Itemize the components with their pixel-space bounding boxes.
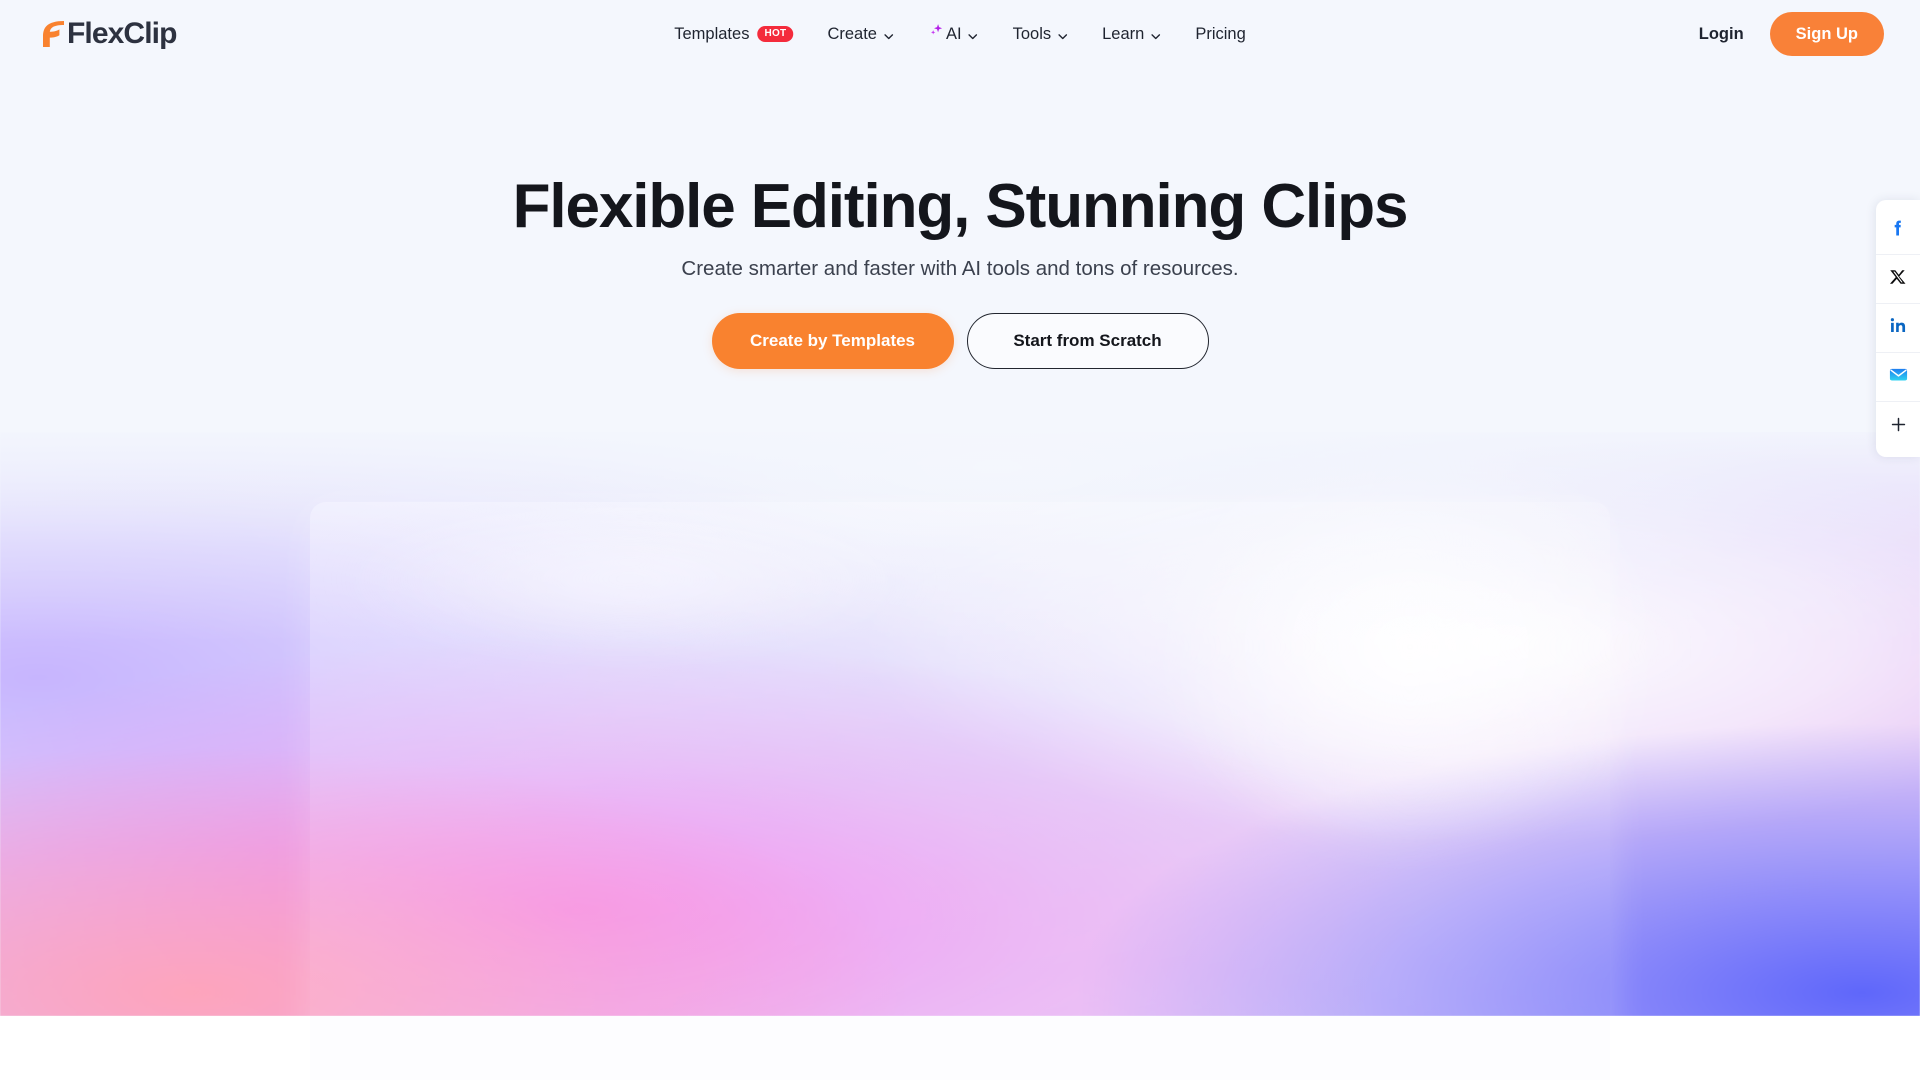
hero-cta-row: Create by Templates Start from Scratch <box>0 313 1920 369</box>
plus-icon <box>1889 415 1908 439</box>
nav-label-learn: Learn <box>1102 24 1145 43</box>
share-email-button[interactable] <box>1876 353 1920 402</box>
hero-gradient-preview <box>0 432 1920 1016</box>
flexclip-f-logo-icon <box>40 19 66 49</box>
nav-item-templates[interactable]: Templates HOT <box>657 0 810 68</box>
create-by-templates-button[interactable]: Create by Templates <box>711 313 954 369</box>
page-root: FlexClip Templates HOT Create AI Tools L… <box>0 0 1920 1080</box>
nav-item-pricing[interactable]: Pricing <box>1178 0 1262 68</box>
linkedin-icon <box>1889 316 1908 340</box>
nav-label-templates: Templates <box>674 24 750 43</box>
email-icon <box>1888 364 1909 390</box>
nav-label-create: Create <box>827 24 877 43</box>
social-share-rail <box>1876 200 1920 457</box>
hero-subtitle: Create smarter and faster with AI tools … <box>681 257 1239 280</box>
sign-up-button[interactable]: Sign Up <box>1769 12 1884 56</box>
share-x-button[interactable] <box>1876 255 1920 304</box>
nav-label-ai: AI <box>945 24 962 43</box>
share-facebook-button[interactable] <box>1876 206 1920 255</box>
start-from-scratch-button[interactable]: Start from Scratch <box>966 313 1209 369</box>
main-nav: Templates HOT Create AI Tools Learn Pric… <box>657 0 1263 68</box>
chevron-down-icon <box>1150 28 1161 39</box>
share-linkedin-button[interactable] <box>1876 304 1920 353</box>
nav-item-ai[interactable]: AI <box>911 0 996 68</box>
sparkle-icon <box>928 23 945 40</box>
below-fold-card-strip <box>310 1016 1610 1080</box>
nav-item-tools[interactable]: Tools <box>996 0 1086 68</box>
nav-label-pricing: Pricing <box>1195 24 1246 43</box>
brand-name: FlexClip <box>67 17 177 50</box>
page-title: Flexible Editing, Stunning Clips <box>512 172 1409 241</box>
brand-logo[interactable]: FlexClip <box>40 16 177 52</box>
auth-actions: Login Sign Up <box>1685 0 1884 68</box>
hot-badge: HOT <box>757 26 794 42</box>
chevron-down-icon <box>1057 28 1068 39</box>
x-twitter-icon <box>1889 268 1907 291</box>
nav-item-learn[interactable]: Learn <box>1085 0 1178 68</box>
hero-section: Flexible Editing, Stunning Clips Create … <box>0 68 1920 1080</box>
nav-label-tools: Tools <box>1012 24 1052 43</box>
facebook-icon <box>1888 218 1908 243</box>
preview-card-sheen <box>330 504 930 654</box>
chevron-down-icon <box>968 28 979 39</box>
login-button[interactable]: Login <box>1685 17 1758 52</box>
site-header: FlexClip Templates HOT Create AI Tools L… <box>0 0 1920 68</box>
nav-item-create[interactable]: Create <box>810 0 911 68</box>
chevron-down-icon <box>883 28 894 39</box>
share-more-button[interactable] <box>1876 402 1920 451</box>
